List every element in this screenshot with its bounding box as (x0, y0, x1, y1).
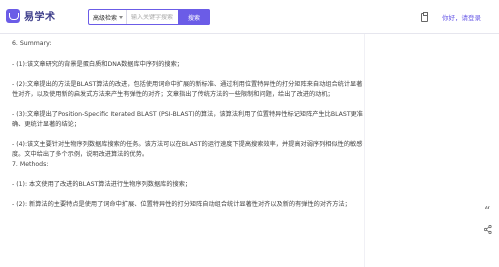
summary-item: - (4):该文主要针对生物序列数据库搜索的任务。该方法可以在BLAST的运行速… (12, 141, 363, 158)
logo-icon (6, 8, 20, 23)
right-sidebar (364, 34, 499, 267)
search-type-dropdown[interactable]: 高级检索 (89, 10, 128, 24)
methods-item: - (2): 新算法的主要特点是使用了词命中扩展、位置特异性的打分矩阵自动组合统… (12, 201, 351, 208)
share-icon[interactable] (484, 225, 492, 234)
search-button[interactable]: 搜索 (178, 9, 210, 25)
summary-item: - (1):该文章研究的背景是蛋白质和DNA数据库中序列的搜索； (12, 61, 183, 68)
methods-heading: 7. Methods: (12, 161, 49, 168)
summary-item: - (3):文章提出了Position-Specific Iterated BL… (12, 111, 363, 128)
article-content: 6. Summary: - (1):该文章研究的背景是蛋白质和DNA数据库中序列… (12, 34, 364, 267)
chevron-down-icon (119, 15, 124, 19)
search-type-label: 高级检索 (93, 14, 118, 22)
top-header: 易学术 高级检索 搜索 你好，请登录 (0, 0, 499, 34)
summary-heading: 6. Summary: (12, 40, 52, 47)
logo-text: 易学术 (24, 12, 56, 23)
clipboard-icon[interactable] (421, 11, 428, 22)
summary-item: - (2):文章提出的方法是BLAST算法的改进，包括使用词命中扩展的新标准、通… (12, 81, 363, 98)
methods-item: - (1): 本文使用了改进的BLAST算法进行生物序列数据库的搜索； (12, 181, 192, 188)
quote-icon[interactable]: “ (484, 205, 490, 217)
login-link[interactable]: 你好，请登录 (442, 12, 481, 22)
logo[interactable]: 易学术 (6, 8, 56, 23)
header-actions: 你好，请登录 (421, 11, 481, 22)
